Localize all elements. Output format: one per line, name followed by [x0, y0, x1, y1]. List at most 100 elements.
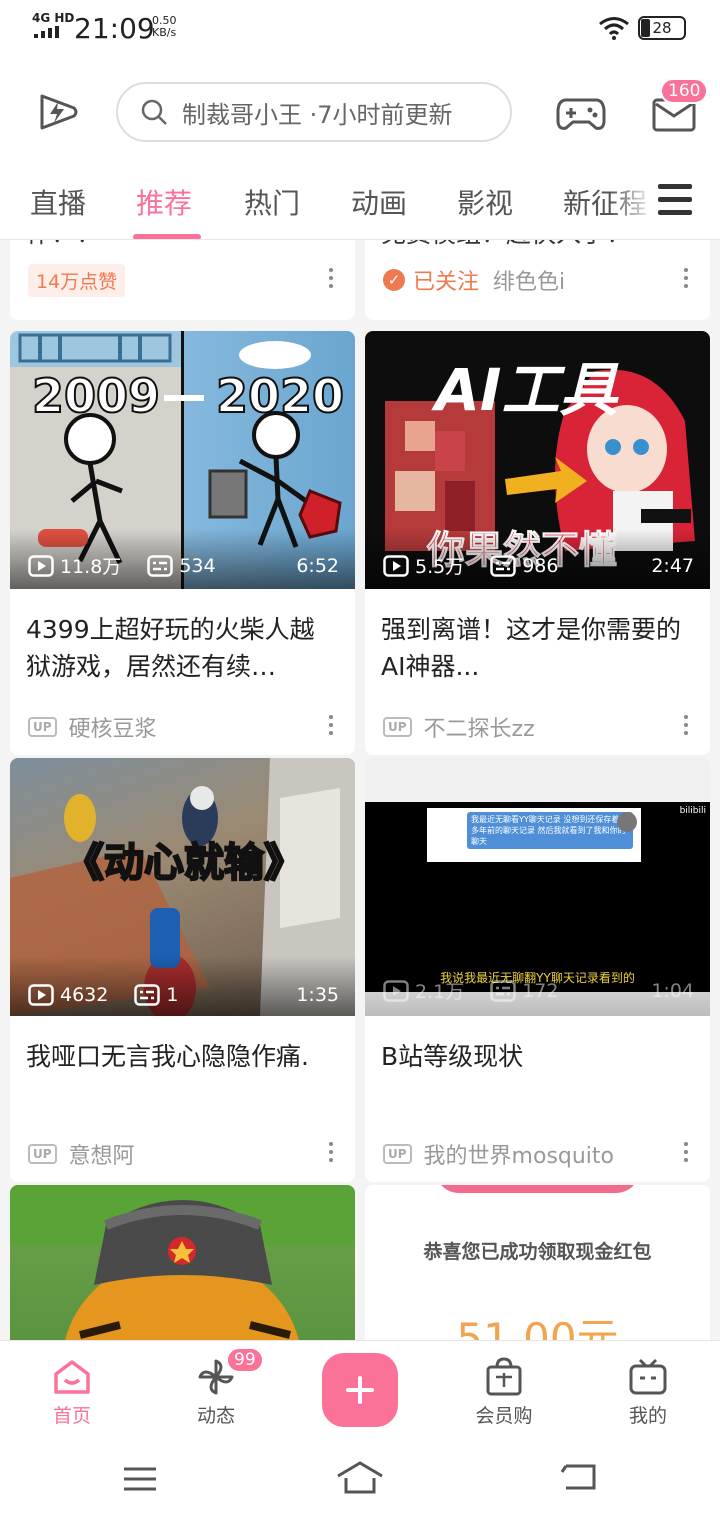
tab-recommend[interactable]: 推荐 [136, 182, 192, 222]
author-name[interactable]: 我的世界mosquito [424, 1138, 614, 1170]
more-options-icon[interactable] [684, 268, 690, 292]
thumb-text: 2009 [31, 368, 161, 424]
more-options-icon[interactable] [684, 1142, 690, 1166]
search-bar[interactable]: 制裁哥小王 ·7小时前更新 [116, 82, 512, 142]
video-stats: 5.5万 986 2:47 [383, 552, 694, 579]
likes-tag: 14万点赞 [28, 263, 126, 297]
chat-bubble: 我最近无聊看YY聊天记录 没想到还保存着十多年前的聊天记录 然后我就看到了我和你… [427, 808, 641, 862]
video-thumbnail[interactable]: 我最近无聊看YY聊天记录 没想到还保存着十多年前的聊天记录 然后我就看到了我和你… [365, 758, 710, 1016]
video-title[interactable]: 4399上超好玩的火柴人越狱游戏，居然还有续… [10, 589, 355, 699]
nav-mall[interactable]: 会员购 [454, 1355, 554, 1428]
card-title: 免费模组！赶快入手！ [381, 240, 631, 250]
top-header: 制裁哥小王 ·7小时前更新 160 [0, 58, 720, 170]
danmaku-icon [147, 554, 174, 577]
tab-film[interactable]: 影视 [457, 182, 513, 222]
more-options-icon[interactable] [329, 1142, 335, 1166]
video-thumbnail[interactable]: 《动心就输》 4632 1 1:35 [10, 758, 355, 1016]
check-icon: ✓ [383, 269, 405, 291]
status-bar: 4G HD 21:09 0.50 KB/s 28 [0, 0, 720, 58]
up-tag: UP [28, 1144, 57, 1164]
video-card[interactable]: AI工具 你果然不懂 5.5万 986 2:47 强到离谱！这才是你需要的AI神… [365, 331, 710, 755]
duration: 1:04 [651, 979, 694, 1002]
mail-badge: 160 [660, 78, 709, 104]
author-name[interactable]: 意想阿 [69, 1138, 135, 1170]
nav-mine[interactable]: 我的 [598, 1355, 698, 1428]
bilibili-watermark: bilibili [679, 806, 706, 816]
up-tag: UP [383, 1144, 412, 1164]
avatar [617, 812, 637, 832]
promo-card[interactable]: 恭喜您已成功领取现金红包 51.00元 [365, 1185, 710, 1340]
video-title[interactable]: 强到离谱！这才是你需要的AI神器... [365, 589, 710, 699]
video-title[interactable]: B站等级现状 [365, 1016, 710, 1126]
system-navigation-bar [0, 1436, 720, 1520]
thumb-text: AI工具 [435, 356, 618, 424]
shopping-bag-icon [486, 1357, 522, 1396]
thumb-text: 2020 [215, 368, 345, 424]
lightning-play-icon[interactable] [36, 90, 80, 134]
followed-badge: ✓ 已关注 [383, 264, 479, 296]
video-thumbnail[interactable]: 2009 2020 11.8万 534 6:52 [10, 331, 355, 589]
search-icon [141, 99, 167, 125]
video-card-partial[interactable]: 作！！ 14万点赞 [10, 240, 355, 320]
promo-headline: 恭喜您已成功领取现金红包 [423, 1241, 652, 1263]
tab-menu-icon[interactable] [658, 184, 692, 223]
duration: 6:52 [296, 554, 339, 577]
more-options-icon[interactable] [329, 715, 335, 739]
danmaku-icon [490, 554, 516, 577]
thumb-text: 《动心就输》 [63, 839, 305, 887]
tiger-illustration [10, 1185, 355, 1340]
tv-icon [629, 1358, 667, 1395]
back-icon[interactable] [560, 1462, 598, 1492]
bottom-navigation: 首页 动态 99 会员购 我的 [0, 1340, 720, 1436]
duration: 1:35 [296, 984, 339, 1006]
home-button-icon[interactable] [336, 1460, 384, 1494]
video-title[interactable]: 我哑口无言我心隐隐作痛. [10, 1016, 355, 1126]
arrow-icon [164, 395, 204, 401]
play-count-icon [383, 979, 409, 1002]
video-stats: 4632 1 1:35 [28, 984, 339, 1006]
clock: 21:09 [74, 12, 155, 45]
video-stats: 2.1万 172 1:04 [383, 977, 694, 1004]
dynamic-badge: 99 [226, 1347, 264, 1373]
promo-banner [435, 1185, 640, 1193]
up-tag: UP [28, 717, 57, 737]
search-placeholder: 制裁哥小王 ·7小时前更新 [182, 100, 453, 129]
video-thumbnail[interactable]: AI工具 你果然不懂 5.5万 986 2:47 [365, 331, 710, 589]
tab-anime[interactable]: 动画 [351, 182, 407, 222]
battery-indicator: 28 [638, 16, 686, 40]
danmaku-icon [490, 979, 516, 1002]
video-card[interactable]: 我最近无聊看YY聊天记录 没想到还保存着十多年前的聊天记录 然后我就看到了我和你… [365, 758, 710, 1182]
video-card[interactable]: 《动心就输》 4632 1 1:35 我哑口无言我心隐隐作痛. UP 意想阿 [10, 758, 355, 1182]
network-indicator: 4G HD [32, 11, 75, 25]
promo-amount: 51.00元 [456, 1314, 619, 1340]
nav-home[interactable]: 首页 [22, 1355, 122, 1428]
play-count-icon [28, 554, 54, 577]
menu-icon[interactable] [122, 1466, 158, 1492]
home-icon [54, 1360, 90, 1394]
more-options-icon[interactable] [329, 268, 335, 292]
tab-hot[interactable]: 热门 [244, 182, 300, 222]
video-feed[interactable]: 作！！ 14万点赞 免费模组！赶快入手！ ✓已关注 绯色色i [0, 240, 720, 1340]
category-tabs: 直播 推荐 热门 动画 影视 新征程 [0, 170, 720, 240]
duration: 2:47 [651, 554, 694, 577]
more-options-icon[interactable] [684, 715, 690, 739]
play-count-icon [383, 554, 409, 577]
danmaku-icon [134, 984, 161, 1006]
author-name[interactable]: 硬核豆浆 [69, 711, 157, 743]
net-speed: 0.50 KB/s [152, 14, 177, 39]
video-card-partial[interactable] [10, 1185, 355, 1340]
video-stats: 11.8万 534 6:52 [28, 552, 339, 579]
play-count-icon [28, 984, 54, 1006]
video-thumbnail[interactable] [10, 1185, 355, 1340]
signal-icon [34, 26, 59, 38]
tab-live[interactable]: 直播 [30, 182, 86, 222]
up-tag: UP [383, 717, 412, 737]
author-name[interactable]: 不二探长zz [424, 711, 535, 743]
card-title: 作！！ [26, 240, 101, 250]
video-card-partial[interactable]: 免费模组！赶快入手！ ✓已关注 绯色色i [365, 240, 710, 320]
wifi-icon [599, 17, 629, 40]
gamepad-icon[interactable] [556, 94, 606, 132]
video-card[interactable]: 2009 2020 11.8万 534 6:52 4399上超好玩的火柴人越狱游… [10, 331, 355, 755]
publish-button[interactable] [322, 1353, 398, 1427]
author-name: 绯色色i [493, 270, 566, 295]
